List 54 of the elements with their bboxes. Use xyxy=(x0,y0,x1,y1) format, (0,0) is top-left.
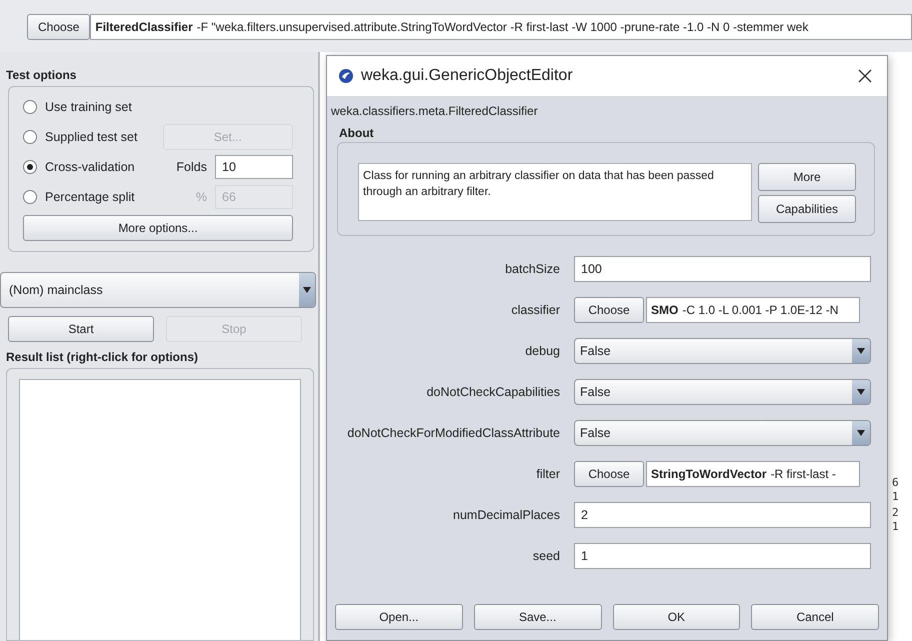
about-text: Class for running an arbitrary classifier on data that has been passed through an arbitrary filter. xyxy=(358,163,752,221)
property-label: filter xyxy=(535,467,561,481)
input-field[interactable]: 100 xyxy=(574,256,871,282)
radio-button[interactable] xyxy=(23,100,37,114)
dialog-button[interactable]: OK xyxy=(612,604,740,630)
dropdown[interactable]: False xyxy=(574,420,871,446)
output-text: 1 xyxy=(892,520,899,533)
option-label: Supplied test set xyxy=(45,130,138,144)
dropdown[interactable]: False xyxy=(574,379,871,405)
capabilities-button[interactable]: Capabilities xyxy=(758,195,856,223)
caret-icon xyxy=(857,348,865,354)
radio-button[interactable] xyxy=(23,160,37,174)
more-button[interactable]: More xyxy=(758,163,856,191)
property-label: doNotCheckCapabilities xyxy=(426,385,561,399)
input-field[interactable]: 1 xyxy=(574,543,871,569)
property-label: doNotCheckForModifiedClassAttribute xyxy=(346,426,561,440)
output-text: 1 xyxy=(892,490,899,503)
section-title: Test options xyxy=(5,67,78,84)
more-options-button[interactable]: More options... xyxy=(23,215,293,241)
property-label: classifier xyxy=(510,303,561,317)
property-label: numDecimalPlaces xyxy=(452,508,561,522)
input-field[interactable]: 10 xyxy=(215,155,293,179)
close-icon xyxy=(858,69,872,83)
property-label: seed xyxy=(532,549,561,563)
dialog-button[interactable]: Cancel xyxy=(751,604,879,630)
field-label: % xyxy=(194,190,208,204)
field-label: Folds xyxy=(175,160,208,174)
window-title: weka.gui.GenericObjectEditor xyxy=(361,67,573,85)
object-field[interactable]: SMO -C 1.0 -L 0.001 -P 1.0E-12 -N xyxy=(646,297,860,323)
input-field[interactable]: 2 xyxy=(574,502,871,528)
dialog-button[interactable]: Open... xyxy=(335,604,463,630)
caret-icon xyxy=(303,287,311,293)
option-label: Percentage split xyxy=(45,190,136,204)
disc-icon xyxy=(339,69,353,83)
property-label: debug xyxy=(524,344,561,358)
choose-button[interactable]: Choose xyxy=(574,461,644,487)
choose-button[interactable]: Choose xyxy=(574,297,644,323)
choose-button[interactable]: Choose xyxy=(27,14,90,40)
output-text: 2 xyxy=(892,506,899,519)
dropdown[interactable]: False xyxy=(574,338,871,364)
object-field[interactable]: StringToWordVector -R first-last - xyxy=(646,461,860,487)
caret-icon xyxy=(857,389,865,395)
class-name: weka.classifiers.meta.FilteredClassifier xyxy=(330,103,539,120)
option-label: Cross-validation xyxy=(45,160,136,174)
classifier-field[interactable]: FilteredClassifier -F "weka.filters.unsupervised.attribute.StringToWordVector -R first-last -W 1000 -prune-rate -1.0 -N 0 -stemmer wek xyxy=(90,14,912,40)
section-title: About xyxy=(338,125,375,142)
property-label: batchSize xyxy=(504,262,561,276)
dialog-button[interactable]: Save... xyxy=(474,604,602,630)
option-label: Use training set xyxy=(45,100,133,114)
caret-icon xyxy=(857,430,865,436)
output-text: 6 xyxy=(892,476,899,489)
start-button[interactable]: Start xyxy=(8,316,154,342)
section-title: Result list (right-click for options) xyxy=(5,349,200,364)
class-dropdown[interactable]: (Nom) mainclass xyxy=(0,272,316,308)
